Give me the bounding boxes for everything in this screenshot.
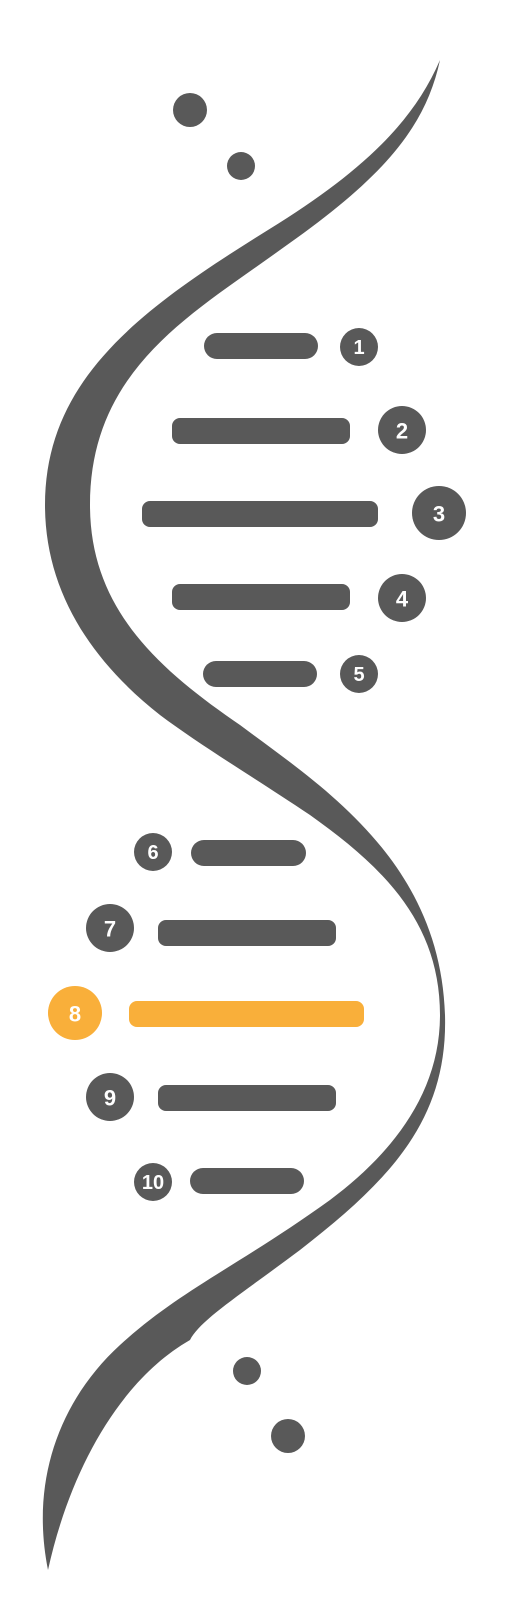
decorative-dot (233, 1357, 261, 1385)
step-number: 9 (104, 1086, 116, 1111)
step-badge-6: 6 (134, 833, 172, 871)
rung-bar-1 (204, 333, 318, 359)
step-badge-9: 9 (86, 1073, 134, 1121)
rung-bar-6 (191, 840, 306, 866)
step-badge-3: 3 (412, 486, 466, 540)
step-number: 8 (69, 1002, 81, 1027)
rung-bar-2 (172, 418, 350, 444)
rung-bar-5 (203, 661, 317, 687)
decorative-dot (173, 93, 207, 127)
rung-bar-4 (172, 584, 350, 610)
step-badge-8: 8 (48, 986, 102, 1040)
rung-bar-7 (158, 920, 336, 946)
dna-helix-diagram: 1 2 3 4 5 6 7 8 9 10 (42, 60, 466, 1570)
helix-backbone (42, 60, 446, 1570)
step-number: 6 (147, 842, 158, 864)
step-number: 4 (396, 587, 409, 612)
decorative-dot (271, 1419, 305, 1453)
step-number: 3 (433, 502, 445, 527)
rung-bar-8 (129, 1001, 364, 1027)
step-badge-10: 10 (134, 1163, 172, 1201)
step-number: 1 (353, 337, 364, 359)
step-badge-4: 4 (378, 574, 426, 622)
step-number: 5 (353, 664, 364, 686)
step-badge-2: 2 (378, 406, 426, 454)
step-number: 7 (104, 917, 116, 942)
step-number: 10 (142, 1172, 164, 1194)
step-number: 2 (396, 419, 408, 444)
step-badge-5: 5 (340, 655, 378, 693)
rung-bar-9 (158, 1085, 336, 1111)
rung-bar-3 (142, 501, 378, 527)
step-badge-7: 7 (86, 904, 134, 952)
rung-bar-10 (190, 1168, 304, 1194)
step-badge-1: 1 (340, 328, 378, 366)
decorative-dot (227, 152, 255, 180)
